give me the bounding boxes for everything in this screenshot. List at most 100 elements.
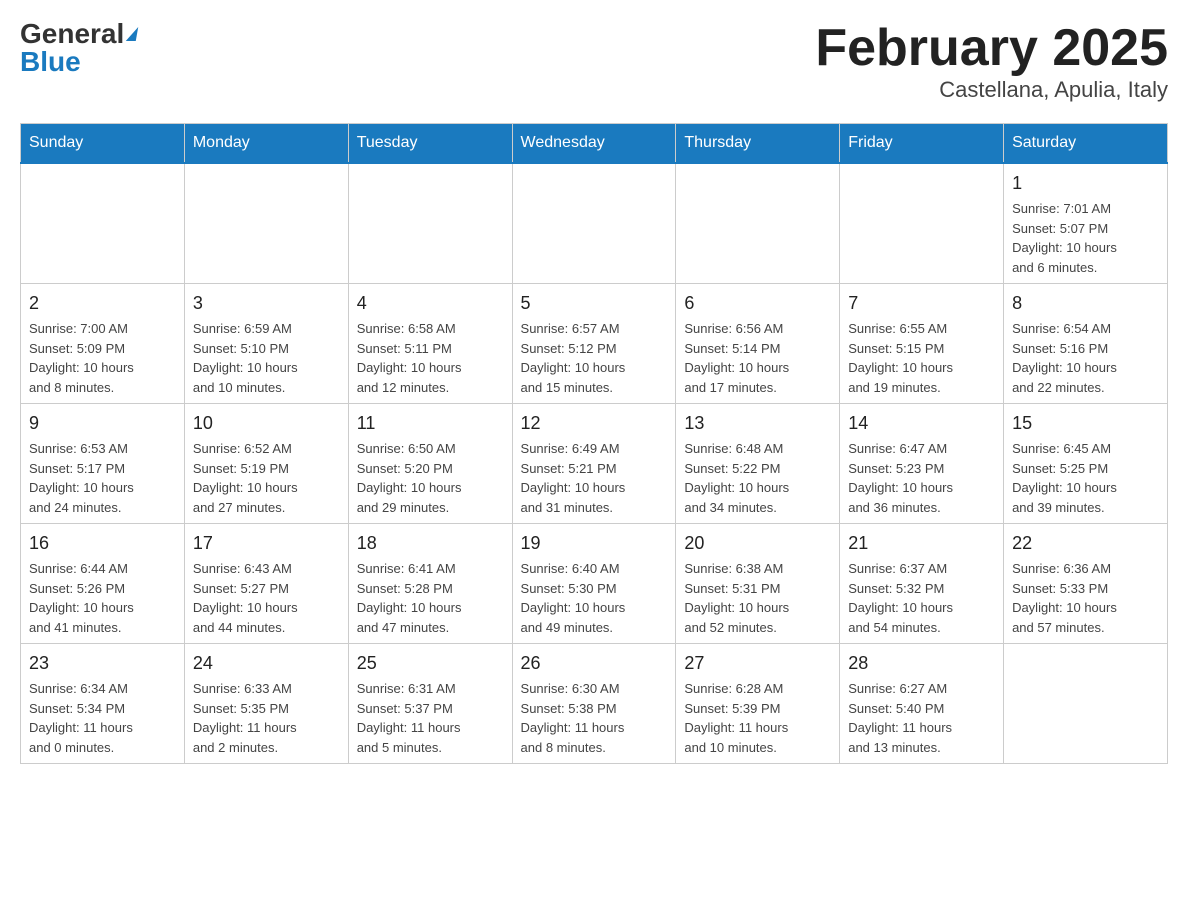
day-info: Sunrise: 6:57 AM Sunset: 5:12 PM Dayligh… <box>521 319 668 397</box>
day-info: Sunrise: 6:37 AM Sunset: 5:32 PM Dayligh… <box>848 559 995 637</box>
logo-general-text: General <box>20 20 137 48</box>
day-info: Sunrise: 6:34 AM Sunset: 5:34 PM Dayligh… <box>29 679 176 757</box>
day-info: Sunrise: 6:54 AM Sunset: 5:16 PM Dayligh… <box>1012 319 1159 397</box>
day-number: 18 <box>357 530 504 557</box>
day-number: 16 <box>29 530 176 557</box>
day-info: Sunrise: 6:53 AM Sunset: 5:17 PM Dayligh… <box>29 439 176 517</box>
day-number: 12 <box>521 410 668 437</box>
calendar-cell: 28Sunrise: 6:27 AM Sunset: 5:40 PM Dayli… <box>840 644 1004 764</box>
calendar-cell: 26Sunrise: 6:30 AM Sunset: 5:38 PM Dayli… <box>512 644 676 764</box>
calendar-cell: 4Sunrise: 6:58 AM Sunset: 5:11 PM Daylig… <box>348 284 512 404</box>
calendar-cell: 25Sunrise: 6:31 AM Sunset: 5:37 PM Dayli… <box>348 644 512 764</box>
calendar-cell: 1Sunrise: 7:01 AM Sunset: 5:07 PM Daylig… <box>1004 163 1168 284</box>
day-number: 27 <box>684 650 831 677</box>
calendar-cell <box>184 163 348 284</box>
calendar-cell: 13Sunrise: 6:48 AM Sunset: 5:22 PM Dayli… <box>676 404 840 524</box>
day-info: Sunrise: 6:44 AM Sunset: 5:26 PM Dayligh… <box>29 559 176 637</box>
day-info: Sunrise: 6:41 AM Sunset: 5:28 PM Dayligh… <box>357 559 504 637</box>
calendar-cell: 2Sunrise: 7:00 AM Sunset: 5:09 PM Daylig… <box>21 284 185 404</box>
month-title: February 2025 <box>815 20 1168 77</box>
calendar-body: 1Sunrise: 7:01 AM Sunset: 5:07 PM Daylig… <box>21 163 1168 764</box>
calendar-cell: 9Sunrise: 6:53 AM Sunset: 5:17 PM Daylig… <box>21 404 185 524</box>
day-number: 25 <box>357 650 504 677</box>
calendar-cell: 21Sunrise: 6:37 AM Sunset: 5:32 PM Dayli… <box>840 524 1004 644</box>
calendar-cell: 27Sunrise: 6:28 AM Sunset: 5:39 PM Dayli… <box>676 644 840 764</box>
day-number: 3 <box>193 290 340 317</box>
calendar-cell: 8Sunrise: 6:54 AM Sunset: 5:16 PM Daylig… <box>1004 284 1168 404</box>
calendar-week-row: 2Sunrise: 7:00 AM Sunset: 5:09 PM Daylig… <box>21 284 1168 404</box>
weekday-header: Sunday <box>21 124 185 164</box>
calendar-cell: 17Sunrise: 6:43 AM Sunset: 5:27 PM Dayli… <box>184 524 348 644</box>
day-info: Sunrise: 6:58 AM Sunset: 5:11 PM Dayligh… <box>357 319 504 397</box>
day-number: 20 <box>684 530 831 557</box>
day-info: Sunrise: 6:36 AM Sunset: 5:33 PM Dayligh… <box>1012 559 1159 637</box>
weekday-header: Friday <box>840 124 1004 164</box>
logo-blue-text: Blue <box>20 48 81 76</box>
calendar-cell <box>512 163 676 284</box>
calendar-week-row: 1Sunrise: 7:01 AM Sunset: 5:07 PM Daylig… <box>21 163 1168 284</box>
weekday-header: Thursday <box>676 124 840 164</box>
day-info: Sunrise: 6:38 AM Sunset: 5:31 PM Dayligh… <box>684 559 831 637</box>
calendar-week-row: 16Sunrise: 6:44 AM Sunset: 5:26 PM Dayli… <box>21 524 1168 644</box>
day-number: 10 <box>193 410 340 437</box>
day-number: 14 <box>848 410 995 437</box>
calendar-cell <box>676 163 840 284</box>
day-info: Sunrise: 6:48 AM Sunset: 5:22 PM Dayligh… <box>684 439 831 517</box>
day-number: 19 <box>521 530 668 557</box>
title-block: February 2025 Castellana, Apulia, Italy <box>815 20 1168 103</box>
day-number: 8 <box>1012 290 1159 317</box>
day-number: 1 <box>1012 170 1159 197</box>
day-number: 24 <box>193 650 340 677</box>
calendar-cell: 14Sunrise: 6:47 AM Sunset: 5:23 PM Dayli… <box>840 404 1004 524</box>
day-number: 4 <box>357 290 504 317</box>
day-number: 15 <box>1012 410 1159 437</box>
day-info: Sunrise: 6:31 AM Sunset: 5:37 PM Dayligh… <box>357 679 504 757</box>
calendar-header: SundayMondayTuesdayWednesdayThursdayFrid… <box>21 124 1168 164</box>
day-number: 23 <box>29 650 176 677</box>
calendar-cell: 6Sunrise: 6:56 AM Sunset: 5:14 PM Daylig… <box>676 284 840 404</box>
calendar-cell: 22Sunrise: 6:36 AM Sunset: 5:33 PM Dayli… <box>1004 524 1168 644</box>
calendar-cell <box>348 163 512 284</box>
calendar-cell: 10Sunrise: 6:52 AM Sunset: 5:19 PM Dayli… <box>184 404 348 524</box>
location-text: Castellana, Apulia, Italy <box>815 77 1168 103</box>
day-info: Sunrise: 6:28 AM Sunset: 5:39 PM Dayligh… <box>684 679 831 757</box>
calendar-cell <box>1004 644 1168 764</box>
page-header: General Blue February 2025 Castellana, A… <box>20 20 1168 103</box>
day-number: 5 <box>521 290 668 317</box>
weekday-header: Monday <box>184 124 348 164</box>
day-number: 21 <box>848 530 995 557</box>
weekday-header: Wednesday <box>512 124 676 164</box>
day-number: 22 <box>1012 530 1159 557</box>
day-info: Sunrise: 6:43 AM Sunset: 5:27 PM Dayligh… <box>193 559 340 637</box>
weekday-header: Saturday <box>1004 124 1168 164</box>
logo: General Blue <box>20 20 137 76</box>
weekday-header: Tuesday <box>348 124 512 164</box>
calendar-cell <box>840 163 1004 284</box>
calendar-cell: 23Sunrise: 6:34 AM Sunset: 5:34 PM Dayli… <box>21 644 185 764</box>
day-number: 11 <box>357 410 504 437</box>
day-number: 6 <box>684 290 831 317</box>
calendar-cell: 3Sunrise: 6:59 AM Sunset: 5:10 PM Daylig… <box>184 284 348 404</box>
calendar-cell: 15Sunrise: 6:45 AM Sunset: 5:25 PM Dayli… <box>1004 404 1168 524</box>
calendar-cell: 12Sunrise: 6:49 AM Sunset: 5:21 PM Dayli… <box>512 404 676 524</box>
day-info: Sunrise: 6:40 AM Sunset: 5:30 PM Dayligh… <box>521 559 668 637</box>
day-info: Sunrise: 6:50 AM Sunset: 5:20 PM Dayligh… <box>357 439 504 517</box>
day-info: Sunrise: 6:30 AM Sunset: 5:38 PM Dayligh… <box>521 679 668 757</box>
day-info: Sunrise: 7:00 AM Sunset: 5:09 PM Dayligh… <box>29 319 176 397</box>
calendar-cell: 5Sunrise: 6:57 AM Sunset: 5:12 PM Daylig… <box>512 284 676 404</box>
calendar-table: SundayMondayTuesdayWednesdayThursdayFrid… <box>20 123 1168 764</box>
calendar-cell: 19Sunrise: 6:40 AM Sunset: 5:30 PM Dayli… <box>512 524 676 644</box>
day-info: Sunrise: 6:59 AM Sunset: 5:10 PM Dayligh… <box>193 319 340 397</box>
calendar-cell: 16Sunrise: 6:44 AM Sunset: 5:26 PM Dayli… <box>21 524 185 644</box>
calendar-week-row: 9Sunrise: 6:53 AM Sunset: 5:17 PM Daylig… <box>21 404 1168 524</box>
day-number: 9 <box>29 410 176 437</box>
day-info: Sunrise: 6:27 AM Sunset: 5:40 PM Dayligh… <box>848 679 995 757</box>
day-info: Sunrise: 6:49 AM Sunset: 5:21 PM Dayligh… <box>521 439 668 517</box>
calendar-cell: 24Sunrise: 6:33 AM Sunset: 5:35 PM Dayli… <box>184 644 348 764</box>
day-info: Sunrise: 6:33 AM Sunset: 5:35 PM Dayligh… <box>193 679 340 757</box>
day-number: 7 <box>848 290 995 317</box>
day-info: Sunrise: 6:47 AM Sunset: 5:23 PM Dayligh… <box>848 439 995 517</box>
day-number: 28 <box>848 650 995 677</box>
calendar-cell: 11Sunrise: 6:50 AM Sunset: 5:20 PM Dayli… <box>348 404 512 524</box>
day-info: Sunrise: 6:45 AM Sunset: 5:25 PM Dayligh… <box>1012 439 1159 517</box>
